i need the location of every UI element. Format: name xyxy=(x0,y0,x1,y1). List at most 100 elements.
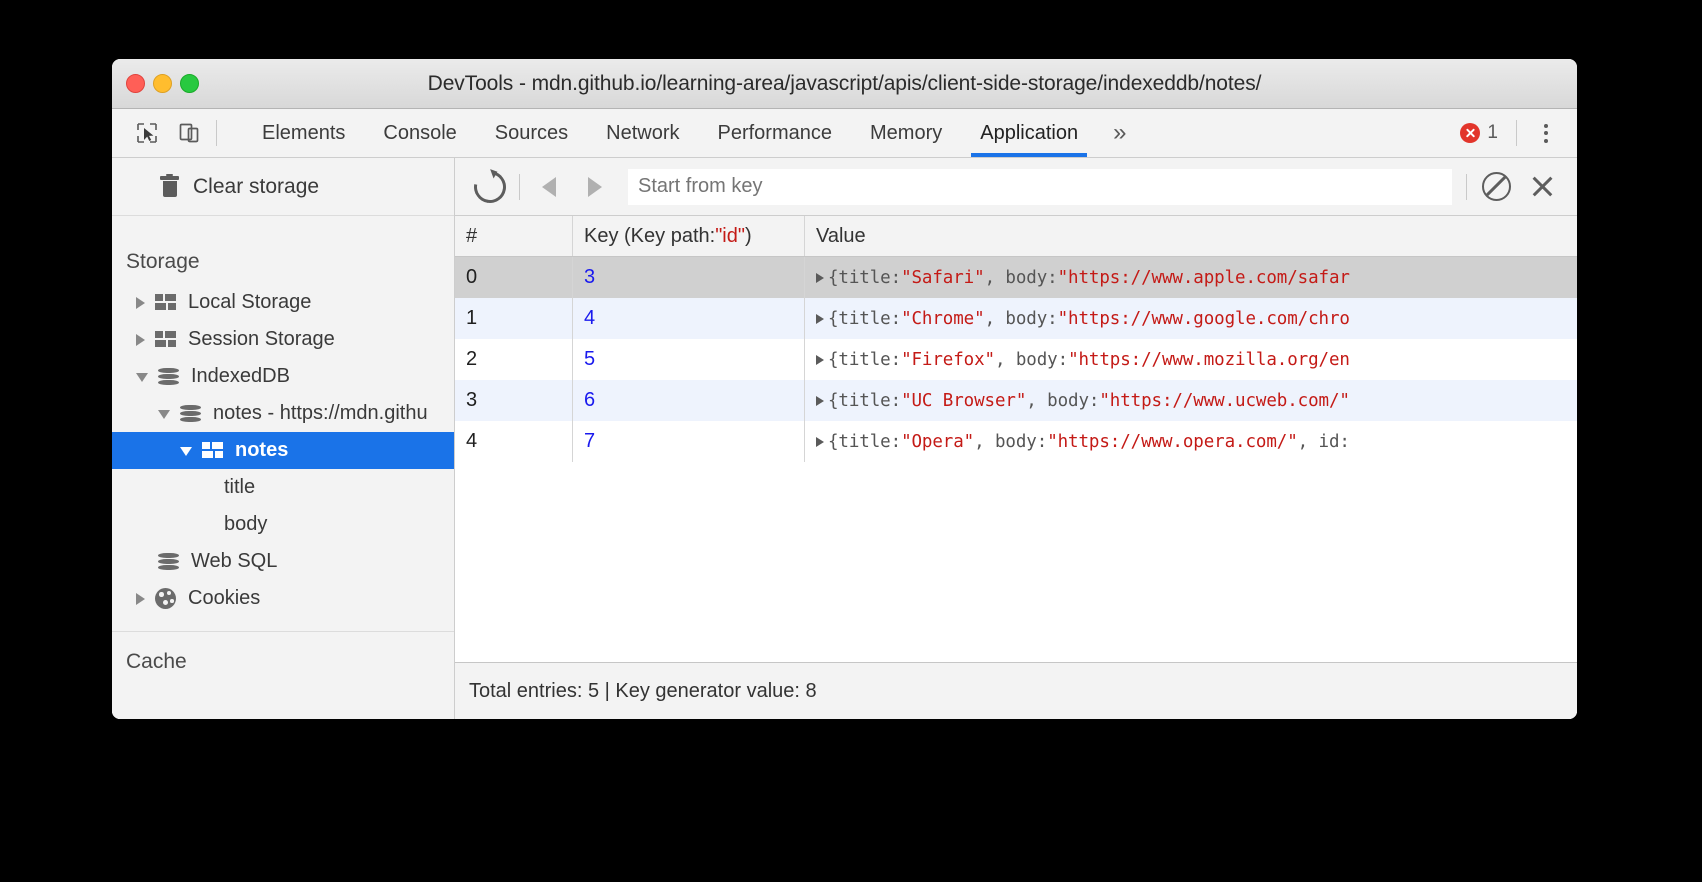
cell-key: 6 xyxy=(573,380,805,421)
sidebar-item-label: Local Storage xyxy=(188,291,311,314)
tab-sources[interactable]: Sources xyxy=(476,109,587,157)
refresh-button[interactable] xyxy=(467,167,513,207)
triangle-left-icon xyxy=(542,177,556,197)
sidebar-item-clear-storage[interactable]: Clear storage xyxy=(112,158,454,216)
value-part: , id: xyxy=(1298,432,1350,452)
value-part: , body: xyxy=(985,309,1058,329)
key-path-suffix: ) xyxy=(745,225,752,248)
chevron-right-icon[interactable] xyxy=(136,593,145,605)
column-header-key[interactable]: Key (Key path: "id") xyxy=(573,216,805,256)
sidebar-item-local-storage[interactable]: Local Storage xyxy=(112,284,454,321)
chevron-down-icon[interactable] xyxy=(136,373,148,382)
tab-memory[interactable]: Memory xyxy=(851,109,961,157)
value-part: , body: xyxy=(1026,391,1099,411)
table-row[interactable]: 1 4 {title: "Chrome", body: "https://www… xyxy=(455,298,1577,339)
expand-triangle-icon[interactable] xyxy=(816,273,824,283)
value-part: "https://www.opera.com/" xyxy=(1047,432,1297,452)
sidebar-item-notes-objectstore[interactable]: notes xyxy=(112,432,454,469)
expand-triangle-icon[interactable] xyxy=(816,396,824,406)
table-row[interactable]: 2 5 {title: "Firefox", body: "https://ww… xyxy=(455,339,1577,380)
value-part: "Firefox" xyxy=(901,350,995,370)
sidebar-item-label: title xyxy=(224,476,255,499)
cell-key: 4 xyxy=(573,298,805,339)
trash-icon xyxy=(160,176,179,197)
column-header-index[interactable]: # xyxy=(455,216,573,256)
tab-performance[interactable]: Performance xyxy=(699,109,852,157)
sidebar-item-session-storage[interactable]: Session Storage xyxy=(112,321,454,358)
value-part: "https://www.google.com/chro xyxy=(1058,309,1350,329)
cell-value[interactable]: {title: "Chrome", body: "https://www.goo… xyxy=(805,298,1577,339)
more-tabs-button[interactable]: » xyxy=(1097,109,1142,157)
error-badge[interactable]: 1 xyxy=(1448,122,1510,144)
value-part: , body: xyxy=(974,432,1047,452)
cell-value[interactable]: {title: "UC Browser", body: "https://www… xyxy=(805,380,1577,421)
table-row[interactable]: 3 6 {title: "UC Browser", body: "https:/… xyxy=(455,380,1577,421)
next-page-button[interactable] xyxy=(572,167,618,207)
toolbar-divider xyxy=(216,120,217,146)
key-path-name: "id" xyxy=(715,225,745,248)
devtools-tabs: Elements Console Sources Network Perform… xyxy=(243,109,1142,157)
sidebar-item-label: Web SQL xyxy=(191,550,277,573)
value-part: "https://www.mozilla.org/en xyxy=(1068,350,1350,370)
sidebar-item-notes-database[interactable]: notes - https://mdn.githu xyxy=(112,395,454,432)
cell-key: 3 xyxy=(573,257,805,298)
cell-index: 4 xyxy=(455,421,573,462)
table-row[interactable]: 0 3 {title: "Safari", body: "https://www… xyxy=(455,257,1577,298)
tab-application[interactable]: Application xyxy=(961,109,1097,157)
chevron-down-icon[interactable] xyxy=(158,410,170,419)
chevron-down-icon[interactable] xyxy=(180,447,192,456)
sidebar-item-index-body[interactable]: body xyxy=(112,506,454,543)
database-icon xyxy=(158,368,179,386)
sidebar-item-cookies[interactable]: Cookies xyxy=(112,580,454,617)
tab-console[interactable]: Console xyxy=(364,109,475,157)
clear-object-store-button[interactable] xyxy=(1473,167,1519,207)
value-part: "Safari" xyxy=(901,268,985,288)
cell-index: 3 xyxy=(455,380,573,421)
chevron-right-icon[interactable] xyxy=(136,334,145,346)
storage-section-title: Storage xyxy=(112,232,454,284)
previous-page-button[interactable] xyxy=(526,167,572,207)
sidebar-item-label: notes xyxy=(235,439,288,462)
delete-selected-button[interactable] xyxy=(1519,167,1565,207)
sidebar-item-label: IndexedDB xyxy=(191,365,290,388)
more-options-icon[interactable] xyxy=(1529,116,1563,150)
cell-value[interactable]: {title: "Opera", body: "https://www.oper… xyxy=(805,421,1577,462)
data-grid-rows: 0 3 {title: "Safari", body: "https://www… xyxy=(455,257,1577,462)
sidebar-item-index-title[interactable]: title xyxy=(112,469,454,506)
cursor-select-icon[interactable] xyxy=(126,121,168,145)
deny-icon xyxy=(1482,172,1511,201)
cell-value[interactable]: {title: "Firefox", body: "https://www.mo… xyxy=(805,339,1577,380)
minimize-window-button[interactable] xyxy=(153,74,172,93)
start-from-key-input[interactable] xyxy=(628,169,1452,205)
device-toolbar-icon[interactable] xyxy=(168,121,210,145)
value-part: "Opera" xyxy=(901,432,974,452)
tab-network[interactable]: Network xyxy=(587,109,698,157)
tab-elements[interactable]: Elements xyxy=(243,109,364,157)
grid-icon xyxy=(155,294,176,312)
expand-triangle-icon[interactable] xyxy=(816,437,824,447)
close-window-button[interactable] xyxy=(126,74,145,93)
expand-triangle-icon[interactable] xyxy=(816,314,824,324)
data-grid-empty-area xyxy=(455,462,1577,662)
cell-value[interactable]: {title: "Safari", body: "https://www.app… xyxy=(805,257,1577,298)
sidebar-item-web-sql[interactable]: Web SQL xyxy=(112,543,454,580)
data-grid-footer: Total entries: 5 | Key generator value: … xyxy=(455,662,1577,719)
sidebar-item-label: notes - https://mdn.githu xyxy=(213,402,428,425)
application-sidebar: Clear storage Storage Local Storage Sess… xyxy=(112,158,455,719)
value-part: {title: xyxy=(828,432,901,452)
chevron-right-icon[interactable] xyxy=(136,297,145,309)
cell-index: 1 xyxy=(455,298,573,339)
indexeddb-data-grid: # Key (Key path: "id") Value 0 3 {title:… xyxy=(455,216,1577,662)
value-part: {title: xyxy=(828,309,901,329)
refresh-icon xyxy=(468,164,513,209)
tabstrip-divider xyxy=(1516,120,1517,146)
clear-storage-label: Clear storage xyxy=(193,175,319,199)
devtools-window: DevTools - mdn.github.io/learning-area/j… xyxy=(112,59,1577,719)
table-row[interactable]: 4 7 {title: "Opera", body: "https://www.… xyxy=(455,421,1577,462)
expand-triangle-icon[interactable] xyxy=(816,355,824,365)
column-header-value[interactable]: Value xyxy=(805,216,1577,256)
devtools-tabstrip: Elements Console Sources Network Perform… xyxy=(112,109,1577,158)
maximize-window-button[interactable] xyxy=(180,74,199,93)
data-grid-header: # Key (Key path: "id") Value xyxy=(455,216,1577,257)
sidebar-item-indexeddb[interactable]: IndexedDB xyxy=(112,358,454,395)
